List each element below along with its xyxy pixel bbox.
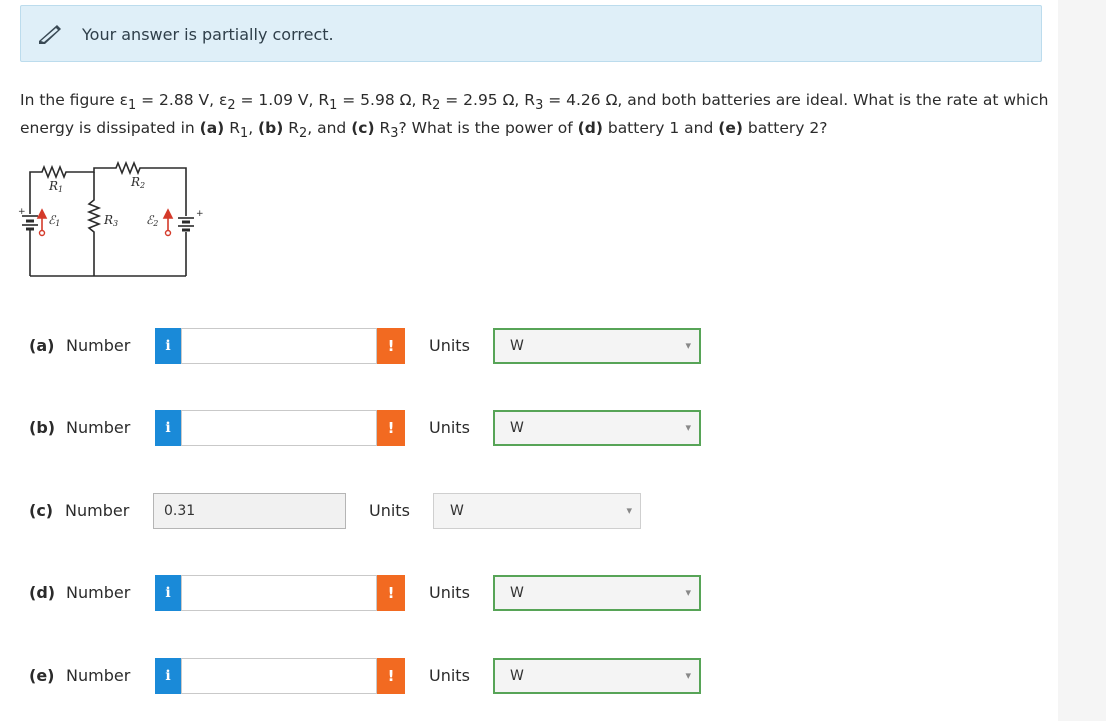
- part-label: (a): [29, 336, 55, 355]
- info-button[interactable]: i: [155, 328, 181, 364]
- answer-row-c: (c) Number 0.31 Units W ▾: [0, 493, 720, 529]
- number-input-e[interactable]: [181, 658, 377, 694]
- number-label: Number: [66, 336, 131, 355]
- number-input-d[interactable]: [181, 575, 377, 611]
- answer-row-e: (e) Number i ! Units W ▾: [0, 658, 720, 694]
- question-text: In the figure ε1 = 2.88 V, ε2 = 1.09 V, …: [20, 91, 1049, 142]
- chevron-down-icon: ▾: [685, 421, 691, 434]
- number-input-c[interactable]: 0.31: [153, 493, 346, 529]
- units-label: Units: [429, 418, 470, 437]
- part-label: (e): [29, 666, 55, 685]
- number-input-a[interactable]: [181, 328, 377, 364]
- r2-label: R2: [130, 175, 145, 190]
- units-label: Units: [369, 501, 410, 520]
- chevron-down-icon: ▾: [685, 586, 691, 599]
- number-label: Number: [65, 501, 130, 520]
- number-input-b[interactable]: [181, 410, 377, 446]
- battery1-plus: +: [18, 207, 26, 217]
- warning-icon[interactable]: !: [377, 410, 405, 446]
- warning-icon[interactable]: !: [377, 658, 405, 694]
- chevron-down-icon: ▾: [685, 669, 691, 682]
- circuit-diagram: R1 R2 R3 ℰ1 ℰ2 + +: [18, 160, 204, 277]
- part-label: (d): [29, 583, 56, 602]
- warning-icon[interactable]: !: [377, 575, 405, 611]
- chevron-down-icon: ▾: [685, 339, 691, 352]
- units-select-c[interactable]: W ▾: [433, 493, 641, 529]
- info-button[interactable]: i: [155, 658, 181, 694]
- info-button[interactable]: i: [155, 575, 181, 611]
- units-select-b[interactable]: W ▾: [493, 410, 701, 446]
- answer-row-a: (a) Number i ! Units W ▾: [0, 328, 720, 364]
- units-select-e[interactable]: W ▾: [493, 658, 701, 694]
- feedback-banner: Your answer is partially correct.: [20, 5, 1042, 62]
- part-label: (c): [29, 501, 54, 520]
- warning-icon[interactable]: !: [377, 328, 405, 364]
- r1-label: R1: [48, 179, 63, 194]
- units-label: Units: [429, 336, 470, 355]
- r3-label: R3: [103, 213, 118, 228]
- number-label: Number: [66, 583, 131, 602]
- banner-message: Your answer is partially correct.: [82, 25, 334, 44]
- info-button[interactable]: i: [155, 410, 181, 446]
- part-label: (b): [29, 418, 56, 437]
- number-label: Number: [66, 666, 131, 685]
- battery2-plus: +: [196, 209, 204, 219]
- right-gutter: [1058, 0, 1106, 721]
- units-select-d[interactable]: W ▾: [493, 575, 701, 611]
- answer-row-d: (d) Number i ! Units W ▾: [0, 575, 720, 611]
- units-label: Units: [429, 583, 470, 602]
- number-label: Number: [66, 418, 131, 437]
- emf1-label: ℰ1: [48, 213, 60, 228]
- units-select-a[interactable]: W ▾: [493, 328, 701, 364]
- pencil-icon: [39, 25, 61, 44]
- units-label: Units: [429, 666, 470, 685]
- emf2-label: ℰ2: [146, 213, 158, 228]
- chevron-down-icon: ▾: [626, 504, 632, 517]
- answer-row-b: (b) Number i ! Units W ▾: [0, 410, 720, 446]
